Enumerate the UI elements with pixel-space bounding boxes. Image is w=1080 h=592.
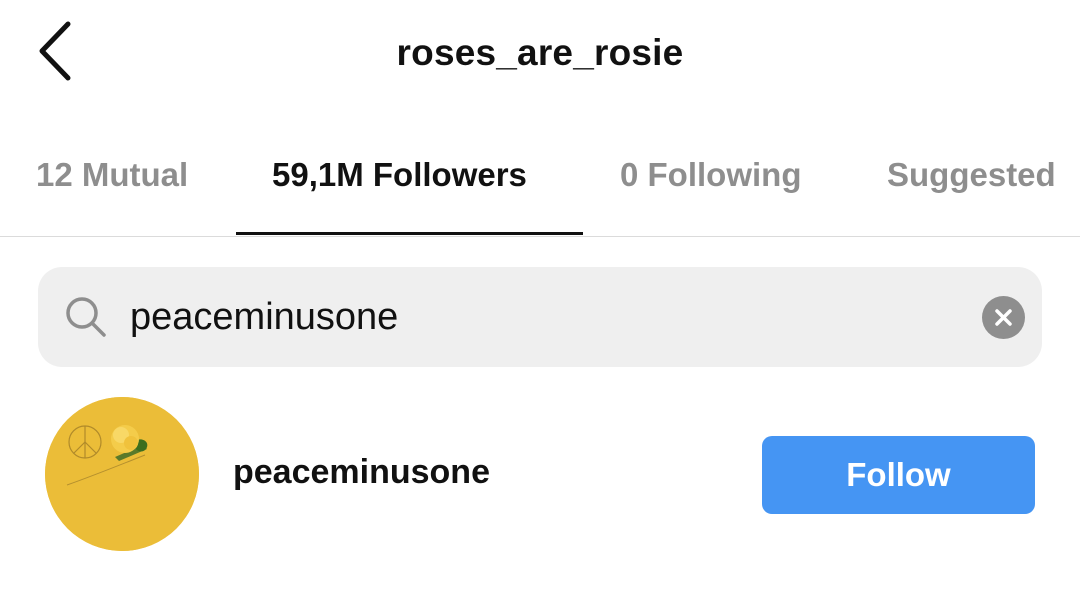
follow-button[interactable]: Follow (762, 436, 1035, 514)
avatar[interactable] (45, 397, 199, 551)
search-bar[interactable] (38, 267, 1042, 367)
page-title: roses_are_rosie (396, 32, 684, 73)
clear-search-button[interactable] (982, 296, 1025, 339)
tab-mutual[interactable]: 12 Mutual (36, 156, 188, 194)
search-icon (66, 297, 106, 337)
username[interactable]: peaceminusone (233, 453, 490, 492)
list-item[interactable]: peaceminusone Follow (0, 395, 1080, 555)
active-tab-indicator (236, 232, 583, 235)
top-bar: roses_are_rosie (0, 0, 1080, 115)
clear-icon (995, 309, 1012, 326)
tab-suggested[interactable]: Suggested (887, 156, 1056, 194)
search-input[interactable] (130, 289, 950, 345)
tab-following[interactable]: 0 Following (620, 156, 801, 194)
tab-followers[interactable]: 59,1M Followers (272, 156, 527, 194)
yellow-rose-avatar (45, 397, 199, 551)
tab-bar: 12 Mutual 59,1M Followers 0 Following Su… (0, 140, 1080, 237)
